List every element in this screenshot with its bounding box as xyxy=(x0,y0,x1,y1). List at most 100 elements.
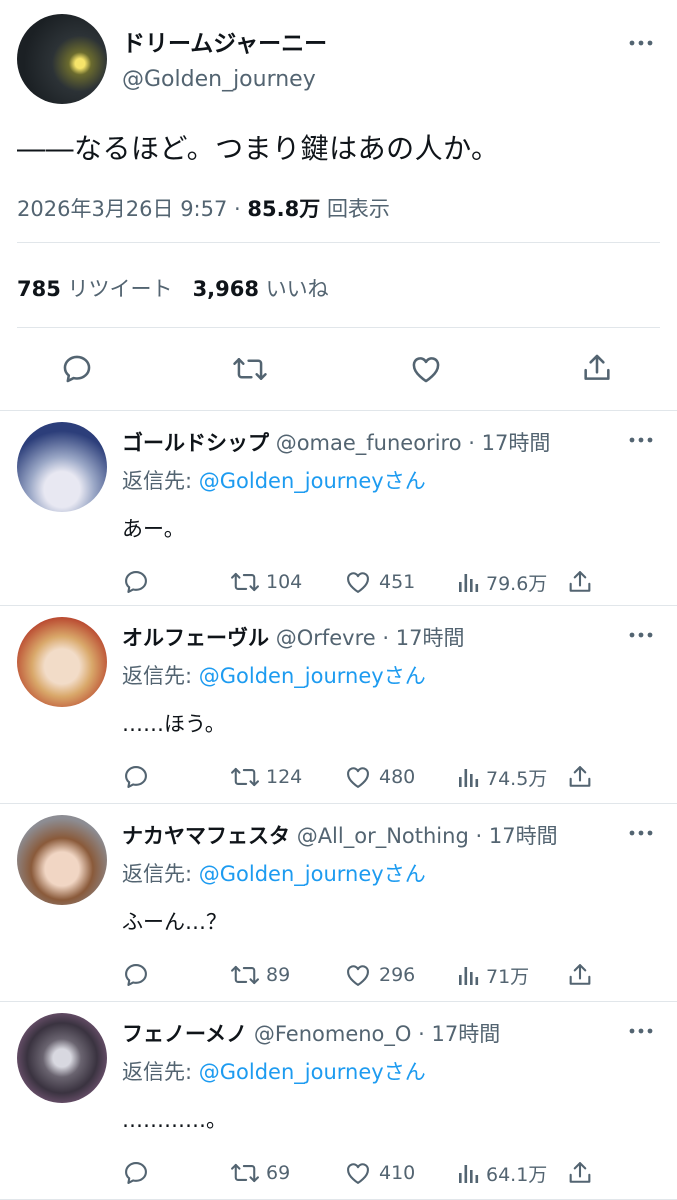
views-count: 64.1万 xyxy=(486,1163,548,1186)
share-icon xyxy=(569,1162,591,1183)
share-button[interactable] xyxy=(566,960,600,990)
reply-handle[interactable]: @Fenomeno_O xyxy=(254,1022,412,1046)
meta-separator: · xyxy=(468,431,475,455)
avatar[interactable] xyxy=(17,815,107,905)
reply-mention-link[interactable]: @Golden_journeyさん xyxy=(199,1060,426,1084)
reply-text: ふーん…？ xyxy=(122,910,227,934)
views-chart-icon xyxy=(459,574,479,592)
share-button[interactable] xyxy=(566,762,600,792)
share-button[interactable] xyxy=(566,567,600,597)
like-icon xyxy=(347,767,369,788)
reply-icon xyxy=(125,571,147,593)
tweet-timestamp[interactable]: 2026年3月26日 9:57 xyxy=(17,197,227,221)
reply-icon xyxy=(125,766,147,788)
reply-display-name[interactable]: フェノーメノ xyxy=(122,1022,247,1046)
retweet-button[interactable]: 124 xyxy=(230,762,302,792)
more-options-icon[interactable] xyxy=(628,427,654,453)
like-count: 451 xyxy=(379,571,416,593)
reply-display-name[interactable]: オルフェーヴル xyxy=(122,626,269,650)
avatar[interactable] xyxy=(17,1013,107,1103)
reply-tweet: オルフェーヴル @Orfevre · 17時間 返信先: @Golden_jou… xyxy=(0,605,677,803)
replying-to-label: 返信先: xyxy=(122,862,193,886)
retweet-button[interactable]: 89 xyxy=(230,960,290,990)
reply-header: ナカヤマフェスタ @All_or_Nothing · 17時間 xyxy=(122,820,558,850)
reply-mention-link[interactable]: @Golden_journeyさん xyxy=(199,862,426,886)
replying-to-label: 返信先: xyxy=(122,664,193,688)
reply-handle[interactable]: @omae_funeoriro xyxy=(276,431,462,455)
reply-header: ゴールドシップ @omae_funeoriro · 17時間 xyxy=(122,427,550,457)
views-button[interactable]: 64.1万 xyxy=(458,1158,547,1188)
reply-mention-link[interactable]: @Golden_journeyさん xyxy=(199,469,426,493)
retweet-icon xyxy=(231,1163,259,1183)
more-options-icon[interactable] xyxy=(628,1018,654,1044)
retweet-icon[interactable] xyxy=(232,352,268,386)
like-button[interactable]: 480 xyxy=(343,762,415,792)
like-button[interactable]: 296 xyxy=(343,960,415,990)
reply-tweet: ナカヤマフェスタ @All_or_Nothing · 17時間 返信先: @Go… xyxy=(0,803,677,1001)
reply-icon xyxy=(125,964,147,986)
reply-header: オルフェーヴル @Orfevre · 17時間 xyxy=(122,622,464,652)
like-icon xyxy=(347,572,369,593)
reply-display-name[interactable]: ナカヤマフェスタ xyxy=(122,824,290,848)
views-count: 74.5万 xyxy=(486,767,548,790)
retweets-count[interactable]: 785 xyxy=(17,277,61,301)
main-display-name[interactable]: ドリームジャーニー xyxy=(122,24,327,58)
main-handle[interactable]: @Golden_journey xyxy=(122,67,316,92)
reply-button[interactable] xyxy=(122,960,156,990)
reply-tweet: ゴールドシップ @omae_funeoriro · 17時間 返信先: @Gol… xyxy=(0,410,677,608)
more-options-icon[interactable] xyxy=(628,622,654,648)
reply-text: …………。 xyxy=(122,1108,227,1132)
share-icon[interactable] xyxy=(580,351,614,385)
likes-label[interactable]: いいね xyxy=(266,277,329,301)
like-count: 480 xyxy=(379,766,416,788)
share-icon xyxy=(569,964,591,985)
reply-button[interactable] xyxy=(122,1158,156,1188)
like-icon[interactable] xyxy=(408,352,444,386)
reply-handle[interactable]: @All_or_Nothing xyxy=(297,824,469,848)
reply-mention-link[interactable]: @Golden_journeyさん xyxy=(199,664,426,688)
replying-to: 返信先: @Golden_journeyさん xyxy=(122,858,426,888)
reply-handle[interactable]: @Orfevre xyxy=(276,626,376,650)
like-button[interactable]: 410 xyxy=(343,1158,415,1188)
reply-time[interactable]: 17時間 xyxy=(396,626,465,650)
views-button[interactable]: 79.6万 xyxy=(458,567,547,597)
divider xyxy=(17,327,660,328)
reply-time[interactable]: 17時間 xyxy=(432,1022,501,1046)
views-count: 85.8万 xyxy=(247,197,321,221)
reply-icon[interactable] xyxy=(60,352,94,386)
avatar[interactable] xyxy=(17,617,107,707)
reply-time[interactable]: 17時間 xyxy=(489,824,558,848)
avatar[interactable] xyxy=(17,422,107,512)
retweet-button[interactable]: 69 xyxy=(230,1158,290,1188)
share-icon xyxy=(569,766,591,787)
retweet-icon xyxy=(231,965,259,985)
views-count: 79.6万 xyxy=(486,572,548,595)
retweets-label[interactable]: リツイート xyxy=(68,277,173,301)
meta-separator: · xyxy=(234,197,241,221)
replying-to: 返信先: @Golden_journeyさん xyxy=(122,1056,426,1086)
more-options-icon[interactable] xyxy=(628,30,654,56)
like-icon xyxy=(347,965,369,986)
meta-separator: · xyxy=(418,1022,425,1046)
views-label: 回表示 xyxy=(326,197,390,221)
reply-button[interactable] xyxy=(122,567,156,597)
retweet-count: 104 xyxy=(266,571,303,593)
main-tweet: ドリームジャーニー @Golden_journey ――なるほど。つまり鍵はあの… xyxy=(0,0,677,410)
views-button[interactable]: 71万 xyxy=(458,960,529,990)
retweet-count: 124 xyxy=(266,766,303,788)
share-icon xyxy=(569,571,591,592)
reply-icon xyxy=(125,1162,147,1184)
like-button[interactable]: 451 xyxy=(343,567,415,597)
views-count: 71万 xyxy=(486,965,530,988)
main-avatar[interactable] xyxy=(17,14,107,104)
views-button[interactable]: 74.5万 xyxy=(458,762,547,792)
retweet-button[interactable]: 104 xyxy=(230,567,302,597)
reply-display-name[interactable]: ゴールドシップ xyxy=(122,431,269,455)
more-options-icon[interactable] xyxy=(628,820,654,846)
divider xyxy=(17,242,660,243)
views-chart-icon xyxy=(459,1165,479,1183)
share-button[interactable] xyxy=(566,1158,600,1188)
likes-count[interactable]: 3,968 xyxy=(193,277,259,301)
reply-button[interactable] xyxy=(122,762,156,792)
reply-time[interactable]: 17時間 xyxy=(482,431,551,455)
